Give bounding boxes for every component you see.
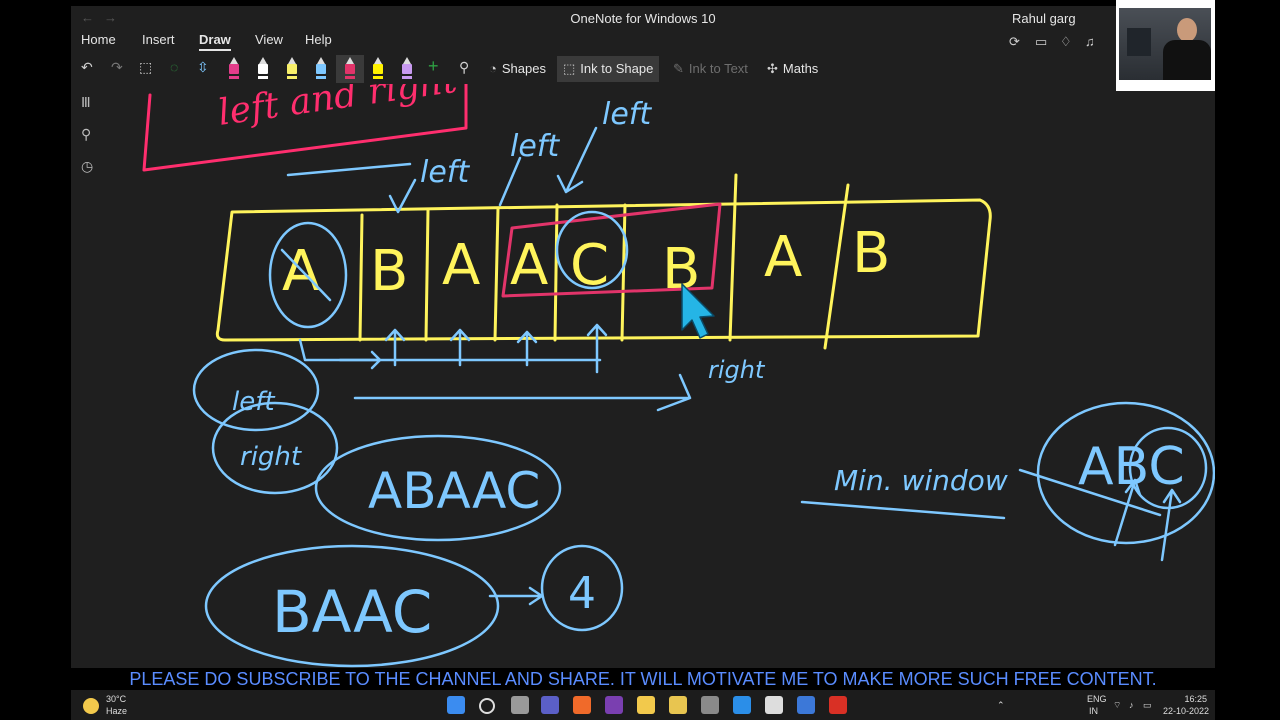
pen-1[interactable]	[228, 57, 240, 79]
add-pen-icon[interactable]: +	[428, 56, 439, 77]
search-icon[interactable]: ⚲	[81, 126, 91, 143]
tab-home[interactable]: Home	[81, 32, 116, 47]
cell-6: A	[764, 225, 802, 290]
chat-icon[interactable]	[541, 696, 559, 714]
subscribe-banner: PLEASE DO SUBSCRIBE TO THE CHANNEL AND S…	[71, 668, 1215, 690]
cell-2: A	[442, 233, 480, 298]
ink-to-text-icon: ✎	[673, 61, 684, 76]
shapes-label: Shapes	[501, 61, 546, 76]
pen-6[interactable]	[401, 57, 413, 79]
ink-to-shape-button[interactable]: ⬚ Ink to Shape	[557, 56, 660, 82]
title-bar: ←→ OneNote for Windows 10 Rahul garg	[71, 6, 1215, 32]
weather-widget[interactable]: 30°C Haze	[83, 694, 153, 718]
tab-view[interactable]: View	[255, 32, 283, 47]
search-icon[interactable]	[479, 698, 495, 714]
acrobat-icon[interactable]	[829, 696, 847, 714]
system-tray: ⌃ ENG IN ⌔ ♪ ▭ 16:25 22-10-2022	[991, 694, 1215, 718]
tab-draw[interactable]: Draw	[199, 32, 231, 51]
pen-2[interactable]	[257, 57, 269, 79]
pen-4[interactable]	[315, 57, 327, 79]
redo-icon[interactable]: ↷	[111, 59, 123, 76]
webcam-overlay	[1116, 0, 1215, 91]
notebook-icon[interactable]: ▭	[1035, 34, 1047, 50]
recent-icon[interactable]: ◷	[81, 158, 93, 175]
python-icon[interactable]	[797, 696, 815, 714]
brave-icon[interactable]	[573, 696, 591, 714]
clock-time[interactable]: 16:25	[1167, 694, 1207, 704]
maths-icon: ✣	[767, 61, 778, 76]
volume-icon[interactable]: ♪	[1129, 700, 1134, 710]
ink-to-shape-icon: ⬚	[563, 61, 576, 76]
region: IN	[1089, 706, 1098, 716]
tab-help[interactable]: Help	[305, 32, 332, 47]
file-explorer-icon[interactable]	[637, 696, 655, 714]
left-label-1: left	[420, 155, 470, 190]
left-and-right-ink: left and right	[216, 84, 461, 134]
left-label-3: left	[602, 97, 652, 132]
banner-text: PLEASE DO SUBSCRIBE TO THE CHANNEL AND S…	[129, 669, 1157, 689]
ink-to-text-button[interactable]: ✎ Ink to Text	[667, 56, 754, 82]
right-toolbar: ⟳ ▭ ♢ ♫	[1009, 34, 1109, 54]
cell-1: B	[370, 239, 408, 304]
maths-label: Maths	[782, 61, 819, 76]
lasso-select-icon[interactable]: ⬚	[139, 59, 152, 76]
abc-label: ABC	[1078, 437, 1185, 497]
user-name[interactable]: Rahul garg	[1012, 11, 1076, 26]
tab-insert[interactable]: Insert	[142, 32, 175, 47]
battery-icon[interactable]: ▭	[1143, 700, 1152, 711]
ink-to-text-label: Ink to Text	[688, 61, 748, 76]
left-circle-label: left	[232, 387, 275, 417]
sync-icon[interactable]: ⟳	[1009, 34, 1020, 50]
word-abaac: ABAAC	[368, 462, 540, 520]
onenote-icon[interactable]	[605, 696, 623, 714]
settings-icon[interactable]	[701, 696, 719, 714]
highlighter-1[interactable]	[372, 57, 384, 79]
windows-taskbar: 30°C Haze ⌃ ENG IN ⌔ ♪ ▭ 16:25 22-10-202…	[71, 690, 1215, 720]
weather-condition: Haze	[106, 706, 128, 716]
weather-icon	[83, 698, 99, 714]
notebooks-icon[interactable]: Ⅲ	[81, 94, 91, 111]
ink-to-shape-label: Ink to Shape	[580, 61, 654, 76]
ruler-icon[interactable]: ⚲	[459, 59, 469, 76]
eraser-icon[interactable]: ◌	[170, 59, 178, 75]
start-icon[interactable]	[447, 696, 465, 714]
temperature: 30°C	[106, 694, 127, 704]
right-label: right	[708, 356, 766, 384]
shapes-button[interactable]: ◔ Shapes	[483, 56, 552, 82]
count-four: 4	[568, 568, 596, 619]
word-baac: BAAC	[272, 578, 432, 646]
onenote-window: ←→ OneNote for Windows 10 Rahul garg Hom…	[71, 6, 1215, 668]
chevron-up-icon[interactable]: ⌃	[997, 700, 1005, 711]
draw-toolbar: ↶ ↷ ⬚ ◌ ⇳ + ⚲ ◔ Shapes ⬚ Ink to Shape ✎ Ink…	[71, 54, 1215, 84]
pen-3[interactable]	[286, 57, 298, 79]
blue-ink-text: left left left right left right ABAAC BA…	[232, 97, 1185, 646]
side-nav: Ⅲ ⚲ ◷	[71, 84, 105, 668]
cell-5: B	[662, 237, 700, 302]
app-icon[interactable]	[669, 696, 687, 714]
cell-3: A	[510, 233, 548, 298]
shapes-icon: ◔	[489, 61, 497, 76]
lightbulb-icon[interactable]: ♢	[1060, 34, 1072, 50]
calculator-icon[interactable]	[765, 696, 783, 714]
undo-icon[interactable]: ↶	[81, 59, 93, 76]
task-view-icon[interactable]	[511, 696, 529, 714]
wifi-icon[interactable]: ⌔	[1113, 700, 1121, 711]
right-circle-label: right	[240, 442, 302, 472]
presenter-video	[1119, 8, 1211, 80]
language[interactable]: ENG	[1087, 694, 1107, 704]
insert-space-icon[interactable]: ⇳	[197, 59, 209, 76]
min-window-label: Min. window	[834, 464, 1008, 497]
vscode-icon[interactable]	[733, 696, 751, 714]
ink-canvas[interactable]: left and right A B A A C B A B left left…	[105, 84, 1215, 668]
cell-7: B	[852, 221, 890, 286]
clock-date: 22-10-2022	[1162, 706, 1209, 716]
bell-icon[interactable]: ♫	[1085, 34, 1095, 49]
pen-5[interactable]	[344, 57, 356, 79]
left-label-2: left	[510, 129, 560, 164]
maths-button[interactable]: ✣ Maths	[761, 56, 824, 82]
